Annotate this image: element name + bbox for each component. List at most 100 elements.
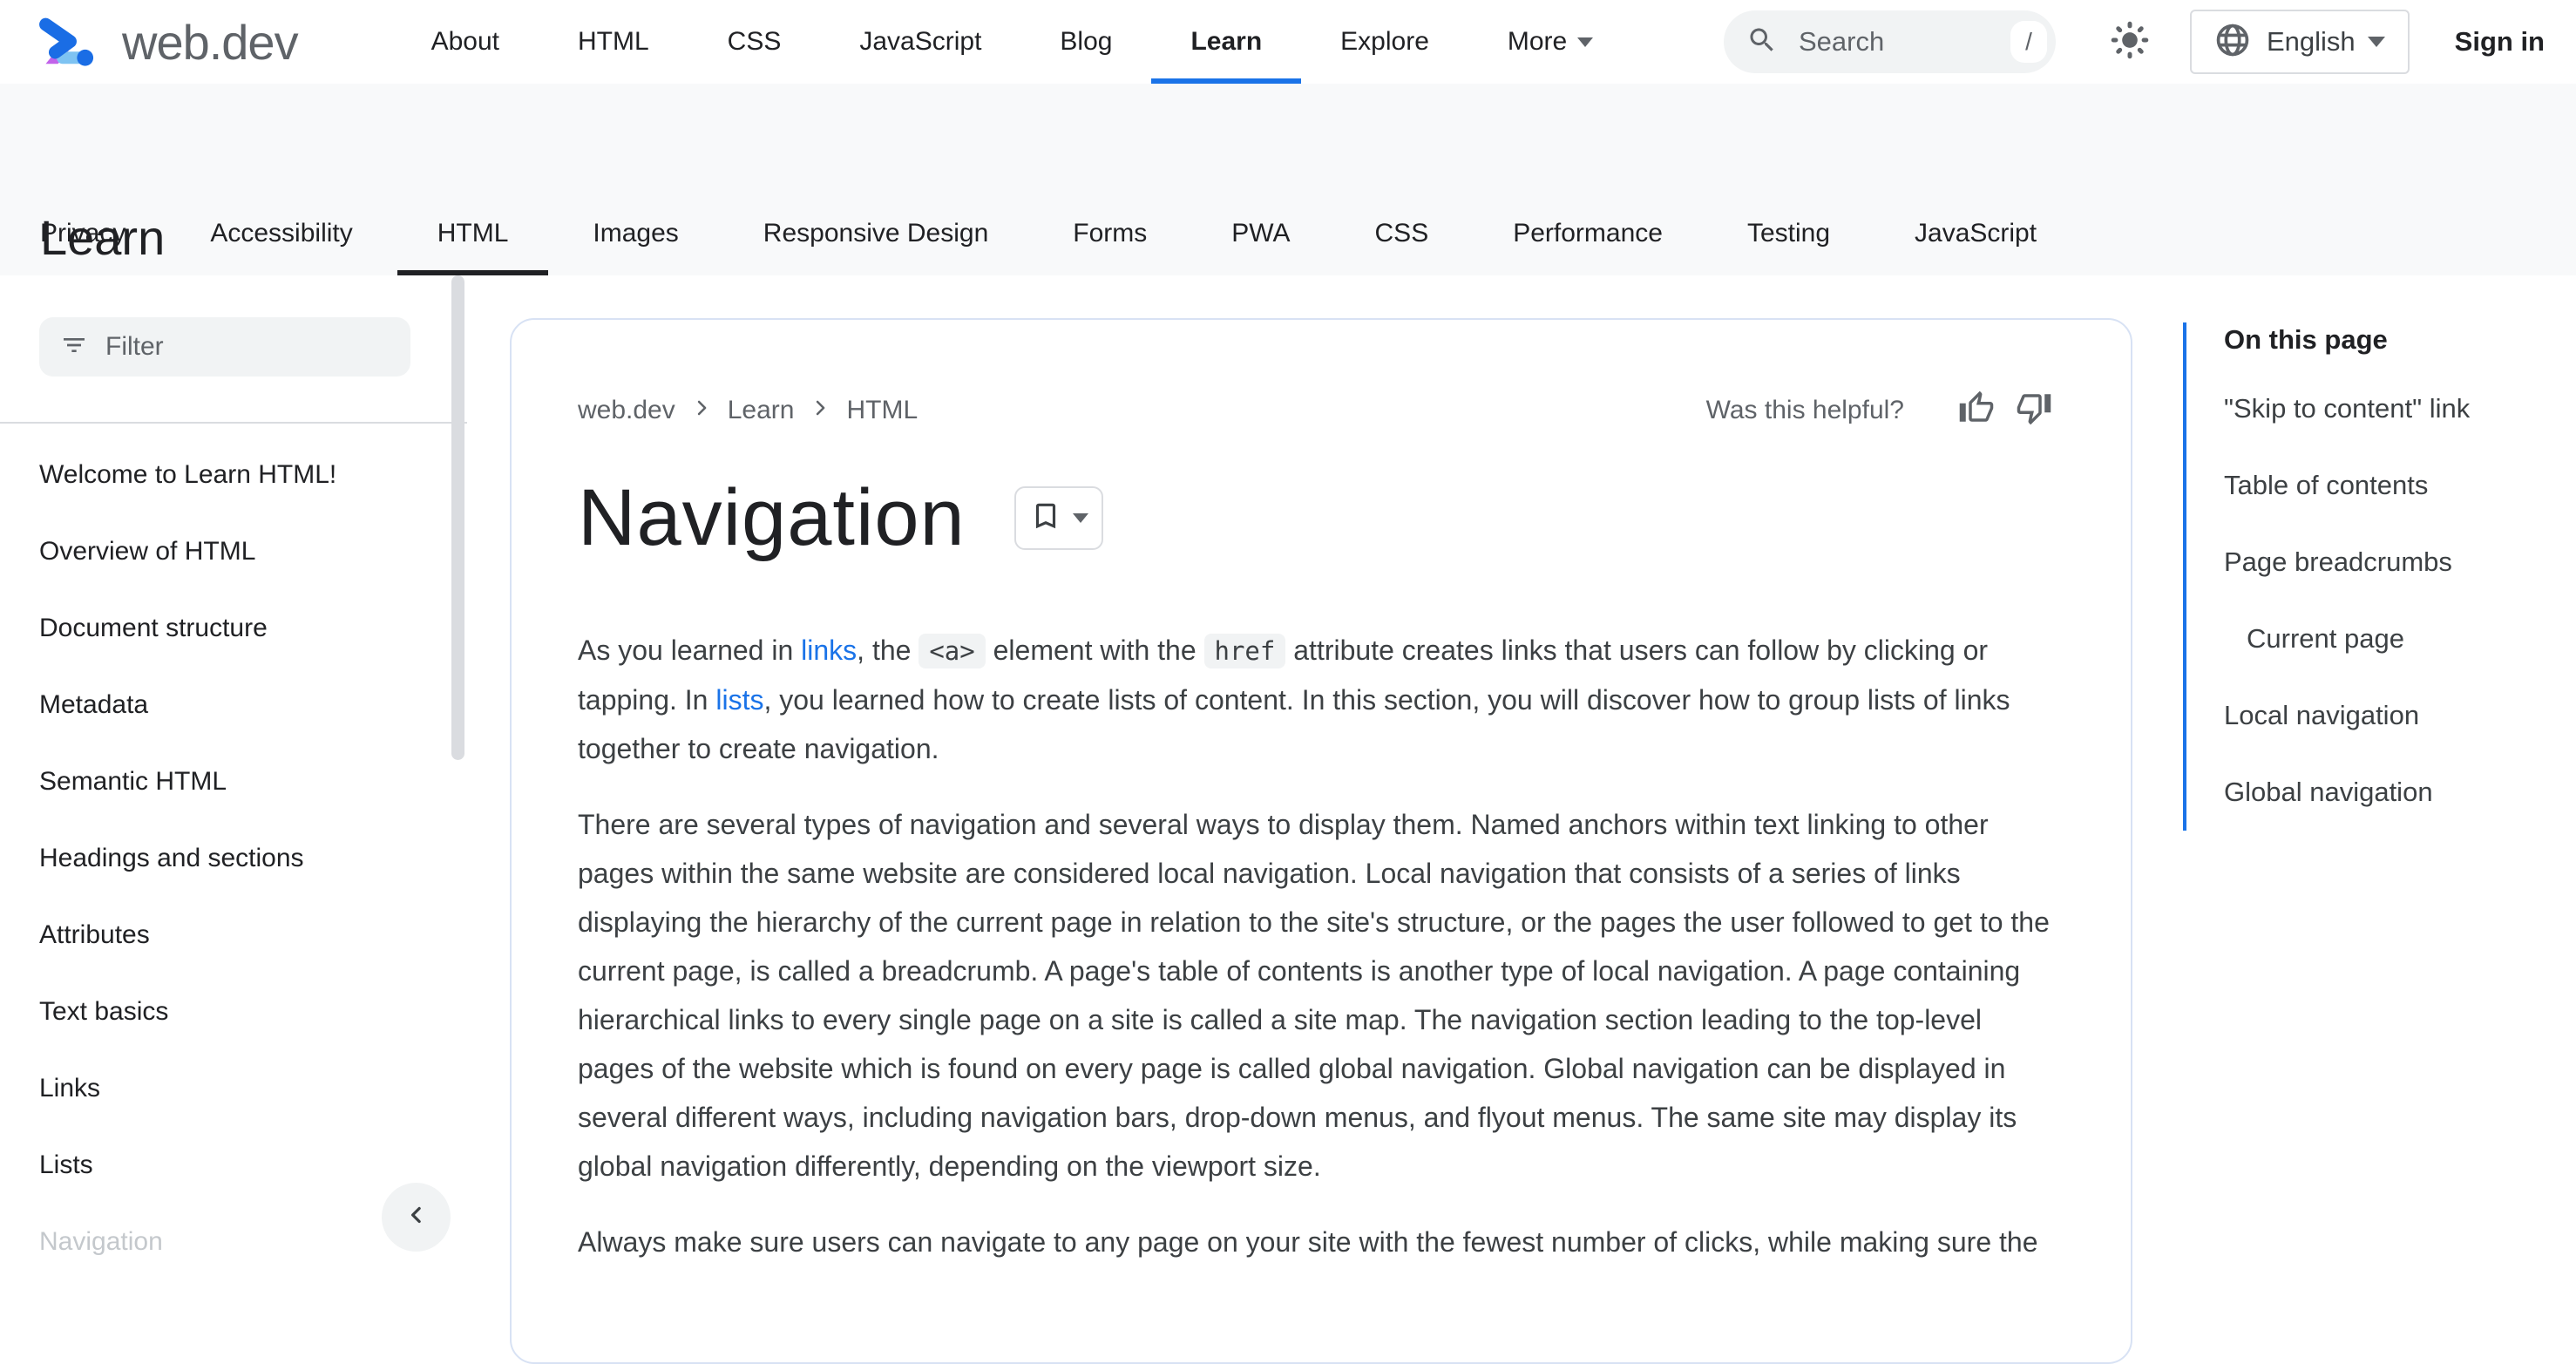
search-placeholder: Search	[1798, 26, 1885, 57]
text-run: element with the	[985, 634, 1204, 666]
article-paragraph: As you learned in links, the <a> element…	[578, 626, 2059, 773]
sidebar-item[interactable]: Attributes	[0, 897, 467, 974]
toc-item[interactable]: "Skip to content" link	[2224, 370, 2566, 447]
nav-item-about[interactable]: About	[392, 0, 539, 84]
article-paragraph: There are several types of navigation an…	[578, 800, 2059, 1191]
chevron-down-icon	[1072, 512, 1088, 523]
tab-privacy[interactable]: Privacy	[40, 221, 125, 275]
chevron-left-icon	[403, 1202, 430, 1232]
sidebar-item[interactable]: Text basics	[0, 974, 467, 1050]
language-selector[interactable]: English	[2189, 10, 2410, 74]
bookmark-icon	[1029, 499, 1062, 537]
breadcrumb-link[interactable]: HTML	[846, 396, 918, 425]
on-this-page-rail: On this page "Skip to content" link Table…	[2183, 322, 2566, 831]
chevron-right-icon	[808, 396, 832, 424]
text-run: There are several types of navigation an…	[578, 809, 2050, 1182]
course-sidebar: Filter Welcome to Learn HTML! Overview of…	[0, 275, 510, 1266]
toc-title: On this page	[2224, 324, 2388, 355]
language-label: English	[2266, 26, 2356, 57]
webdev-logo[interactable]: web.dev	[35, 12, 299, 72]
chevron-right-icon	[689, 396, 714, 424]
logo-text: web.dev	[122, 14, 299, 70]
text-run: , the	[857, 634, 919, 666]
tab-javascript[interactable]: JavaScript	[1915, 221, 2037, 275]
nav-item-html[interactable]: HTML	[539, 0, 688, 84]
thumbs-down-icon	[2016, 390, 2052, 431]
inline-code: <a>	[919, 634, 986, 668]
tab-pwa[interactable]: PWA	[1231, 221, 1290, 275]
sidebar-item[interactable]: Headings and sections	[0, 820, 467, 897]
search-input[interactable]: Search /	[1723, 10, 2056, 73]
inline-link[interactable]: links	[801, 634, 857, 666]
breadcrumb-link[interactable]: web.dev	[578, 396, 675, 425]
page-title: Navigation	[578, 473, 966, 562]
article-paragraph: Always make sure users can navigate to a…	[578, 1218, 2059, 1266]
sidebar-item[interactable]: Document structure	[0, 590, 467, 667]
filter-icon	[60, 331, 88, 363]
nav-item-javascript[interactable]: JavaScript	[820, 0, 1020, 84]
globe-icon	[2214, 22, 2251, 63]
nav-item-learn[interactable]: Learn	[1151, 0, 1301, 84]
learn-header-band: Learn Privacy Accessibility HTML Images Resp…	[0, 84, 2576, 275]
nav-item-blog[interactable]: Blog	[1020, 0, 1151, 84]
toc-list: "Skip to content" link Table of contents P…	[2224, 370, 2566, 831]
text-run: , you learned how to create lists of con…	[578, 684, 2010, 764]
text-run: As you learned in	[578, 634, 802, 666]
header-actions: Search / English Sign in	[1723, 10, 2545, 74]
collapse-sidebar-button[interactable]	[382, 1183, 451, 1252]
course-tabs: Privacy Accessibility HTML Images Responsive…	[40, 221, 2037, 275]
tab-images[interactable]: Images	[593, 221, 678, 275]
chevron-down-icon	[1577, 37, 1594, 47]
sidebar-item[interactable]: Welcome to Learn HTML!	[0, 437, 467, 513]
breadcrumb: web.dev Learn HTML	[578, 396, 918, 425]
content-area: Filter Welcome to Learn HTML! Overview of…	[0, 275, 2576, 1364]
sign-in-button[interactable]: Sign in	[2455, 26, 2545, 58]
webdev-logo-icon	[35, 12, 103, 72]
tab-responsive-design[interactable]: Responsive Design	[763, 221, 988, 275]
sidebar-divider	[0, 422, 467, 424]
sidebar-scrollbar[interactable]	[451, 275, 464, 760]
nav-item-more[interactable]: More	[1468, 0, 1632, 84]
filter-input[interactable]: Filter	[39, 317, 410, 377]
thumbs-up-button[interactable]	[1958, 390, 1995, 431]
sidebar-item[interactable]: Links	[0, 1050, 467, 1127]
toc-item[interactable]: Local navigation	[2224, 677, 2566, 754]
sidebar-item[interactable]: Overview of HTML	[0, 513, 467, 590]
filter-placeholder: Filter	[105, 332, 164, 361]
article-body: As you learned in links, the <a> element…	[578, 626, 2059, 1266]
toc-item[interactable]: Current page	[2224, 601, 2566, 677]
inline-code: href	[1203, 634, 1286, 668]
tab-html[interactable]: HTML	[397, 221, 548, 275]
tab-css[interactable]: CSS	[1375, 221, 1429, 275]
toc-item[interactable]: Global navigation	[2224, 754, 2566, 831]
toc-item[interactable]: Table of contents	[2224, 447, 2566, 524]
sidebar-item[interactable]: Metadata	[0, 667, 467, 743]
top-bar: web.dev About HTML CSS JavaScript Blog Learn E…	[0, 0, 2576, 84]
tab-forms[interactable]: Forms	[1073, 221, 1147, 275]
search-icon	[1746, 24, 1778, 60]
thumbs-down-button[interactable]	[2016, 390, 2052, 431]
search-shortcut-key: /	[2010, 21, 2047, 63]
tab-performance[interactable]: Performance	[1513, 221, 1663, 275]
sidebar-nav-list: Welcome to Learn HTML! Overview of HTML Do…	[0, 437, 467, 1280]
article-toolbar: web.dev Learn HTML Was this helpful?	[578, 390, 2052, 431]
helpful-label: Was this helpful?	[1705, 395, 1904, 424]
feedback-widget: Was this helpful?	[1706, 390, 2052, 431]
bookmark-button[interactable]	[1013, 485, 1103, 550]
thumbs-up-icon	[1958, 390, 1995, 431]
nav-item-explore[interactable]: Explore	[1301, 0, 1468, 84]
toc-item[interactable]: Page breadcrumbs	[2224, 524, 2566, 601]
tab-accessibility[interactable]: Accessibility	[210, 221, 352, 275]
breadcrumb-link[interactable]: Learn	[728, 396, 795, 425]
text-run: Always make sure users can navigate to a…	[578, 1226, 2038, 1258]
article-card: web.dev Learn HTML Was this helpful? Navig…	[510, 318, 2132, 1364]
sidebar-item[interactable]: Semantic HTML	[0, 743, 467, 820]
chevron-down-icon	[2367, 37, 2385, 47]
inline-link[interactable]: lists	[715, 684, 763, 716]
article-title-row: Navigation	[578, 476, 2052, 560]
nav-item-css[interactable]: CSS	[688, 0, 821, 84]
brightness-sun-icon	[2110, 20, 2150, 64]
tab-testing[interactable]: Testing	[1747, 221, 1830, 275]
main-nav: About HTML CSS JavaScript Blog Learn Explore Mo…	[392, 0, 1633, 84]
theme-toggle-button[interactable]	[2110, 20, 2150, 64]
